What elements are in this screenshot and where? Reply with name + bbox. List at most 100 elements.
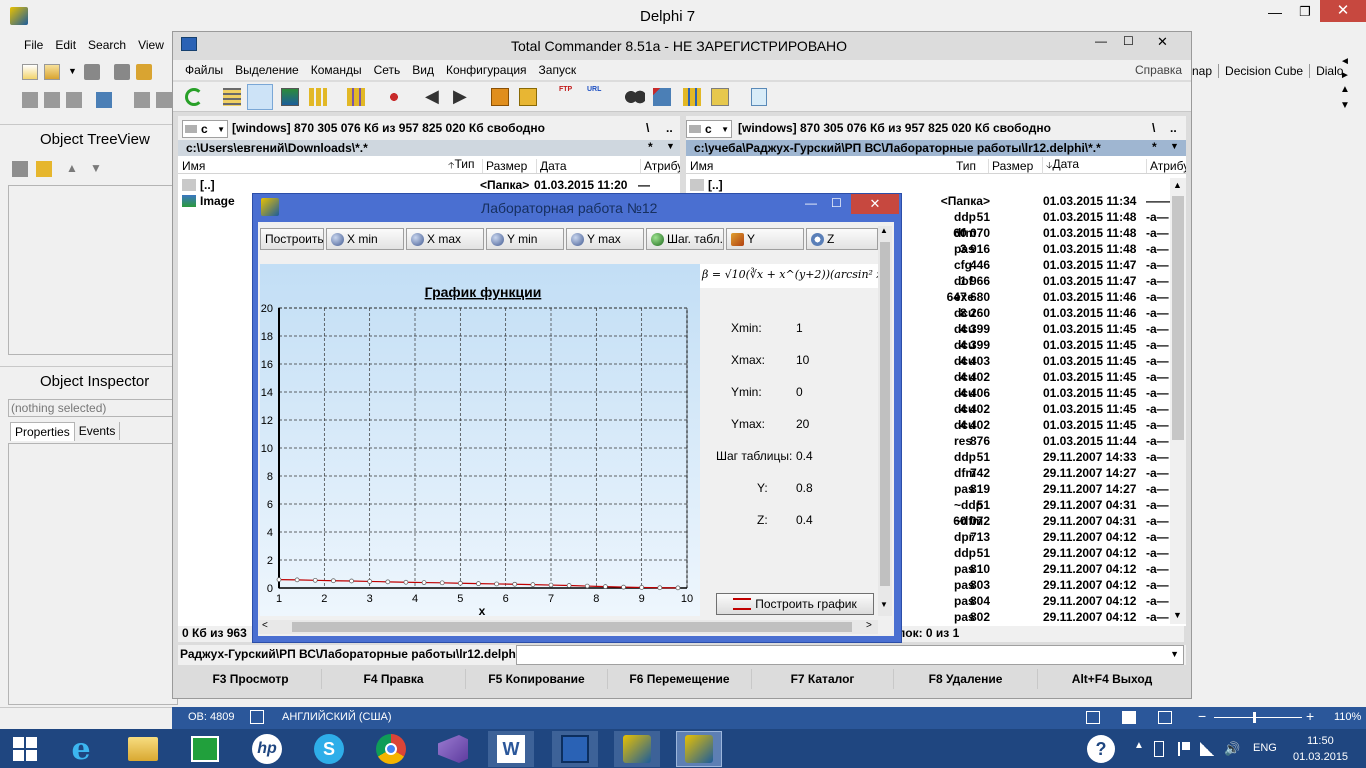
tree-icon[interactable] [309,88,327,106]
restore-icon[interactable]: ❐ [1292,4,1318,26]
flag-icon[interactable] [1178,742,1190,756]
left-col-attr[interactable]: Атрибу [640,158,680,173]
view-unit-icon[interactable] [22,92,38,108]
step-button[interactable]: Шаг. табл. [646,228,724,250]
save-all-icon[interactable] [114,64,130,80]
left-up-button[interactable]: .. [666,121,673,135]
f8-delete-button[interactable]: F8 Удаление [894,669,1038,689]
lab-close-button[interactable]: ✕ [851,194,899,214]
treeview-icon-1[interactable] [12,161,28,177]
xmin-button[interactable]: X min [326,228,404,250]
taskbar-total-commander[interactable] [552,731,598,767]
tab-events[interactable]: Events [75,422,121,440]
f5-copy-button[interactable]: F5 Копирование [466,669,608,689]
zoom-slider[interactable] [1214,717,1302,718]
palette-scroll-down-icon[interactable]: ▼ [1340,100,1350,111]
y-button[interactable]: Y [726,228,804,250]
save-icon[interactable] [84,64,100,80]
full-view-icon[interactable] [247,84,273,110]
inspector-object-select[interactable]: (nothing selected) [8,399,178,417]
arrow-down-icon[interactable]: ▼ [90,161,102,175]
tab-nap[interactable]: nap [1192,64,1220,78]
menu-edit[interactable]: Edit [55,38,76,52]
chevron-down-icon[interactable]: ▼ [1170,141,1179,151]
lab-vscroll-thumb[interactable] [880,242,890,586]
star-icon[interactable]: * [1152,140,1157,154]
right-col-attr[interactable]: Атрибу [1146,158,1186,173]
input-language[interactable]: ENG [1253,742,1277,754]
taskbar-store[interactable] [182,731,228,767]
tc-menu-select[interactable]: Выделение [235,63,299,77]
left-root-button[interactable]: \ [646,121,649,135]
thumbnail-icon[interactable] [281,88,299,106]
tc-minimize-icon[interactable]: — [1095,34,1107,48]
build-toolbar-button[interactable]: Построить [260,228,324,250]
taskbar-explorer[interactable] [120,731,166,767]
invert-icon[interactable] [385,88,403,106]
lab-minimize-icon[interactable]: — [805,196,817,210]
cmdline-input[interactable]: ▼ [516,645,1184,665]
zoom-slider-handle[interactable] [1253,712,1256,723]
scroll-thumb[interactable] [1172,196,1184,440]
star-icon[interactable]: * [648,140,653,154]
run-icon[interactable] [134,92,150,108]
proofing-icon[interactable] [250,710,264,724]
right-root-button[interactable]: \ [1152,121,1155,135]
tc-close-icon[interactable]: ✕ [1157,34,1168,50]
list-item[interactable]: [..] <Папка> 01.03.2015 11:20 — [182,177,672,193]
ymin-button[interactable]: Y min [486,228,564,250]
xmax-button[interactable]: X max [406,228,484,250]
scroll-right-icon[interactable]: > [866,620,872,631]
right-col-name[interactable]: Имя [686,159,956,173]
palette-scroll-left-icon[interactable]: ◄ [1340,56,1350,67]
notepad-icon[interactable] [751,88,767,106]
left-drive-select[interactable]: c ▼ [182,120,228,138]
unpack-icon[interactable] [519,88,537,106]
palette-scroll-right-icon[interactable]: ► [1340,70,1350,81]
lab-hscroll[interactable]: < > [258,620,878,634]
right-drive-select[interactable]: c ▼ [686,120,732,138]
zoom-level[interactable]: 110% [1334,711,1361,723]
right-col-date[interactable]: 🡣Дата [1042,157,1146,174]
read-mode-icon[interactable] [1086,711,1100,724]
scroll-down-icon[interactable]: ▼ [880,600,888,609]
taskbar-delphi[interactable] [614,731,660,767]
tc-menu-start[interactable]: Запуск [539,63,577,77]
right-scrollbar[interactable]: ▲ ▼ [1170,178,1186,624]
taskbar-chrome[interactable] [368,731,414,767]
tab-decision-cube[interactable]: Decision Cube [1219,64,1311,78]
f3-view-button[interactable]: F3 Просмотр [180,669,322,689]
chevron-down-icon[interactable]: ▼ [68,66,77,76]
new-icon[interactable] [22,64,38,80]
palette-scroll-up-icon[interactable]: ▲ [1340,84,1350,95]
scroll-down-icon[interactable]: ▼ [1173,610,1182,620]
lab-maximize-icon[interactable]: ☐ [831,196,842,210]
refresh-icon[interactable] [185,88,203,106]
treeview-area[interactable] [8,185,178,355]
find-icon[interactable] [625,88,645,106]
clock-time[interactable]: 11:50 [1307,735,1334,747]
arrow-right-icon[interactable]: ▶ [453,86,467,107]
chevron-down-icon[interactable]: ▼ [1170,649,1179,659]
lab-vscroll[interactable]: ▲ ▼ [878,226,892,616]
compare-icon[interactable] [347,88,365,106]
left-col-type[interactable]: 🡡Тип [448,157,482,174]
show-hidden-icons-icon[interactable]: ▲ [1134,740,1144,751]
web-layout-icon[interactable] [1158,711,1172,724]
tc-maximize-icon[interactable]: ☐ [1123,34,1134,48]
left-col-size[interactable]: Размер [482,158,536,173]
scroll-up-icon[interactable]: ▲ [880,226,888,235]
scroll-left-icon[interactable]: < [262,620,268,631]
url-icon[interactable]: URL [587,86,607,108]
arrow-left-icon[interactable]: ◀ [425,86,439,107]
arrow-up-icon[interactable]: ▲ [66,161,78,175]
right-path-bar[interactable]: c:\учеба\Раджух-Гурский\РП ВС\Лабораторн… [686,140,1186,156]
build-chart-button[interactable]: Построить график [716,593,874,615]
tc-menu-files[interactable]: Файлы [185,63,223,77]
power-icon[interactable] [1154,741,1164,757]
inspector-grid[interactable] [8,443,178,705]
taskbar-lab-app[interactable] [676,731,722,767]
ymax-button[interactable]: Y max [566,228,644,250]
left-col-name[interactable]: Имя [178,159,448,173]
chevron-down-icon[interactable]: ▼ [666,141,675,151]
